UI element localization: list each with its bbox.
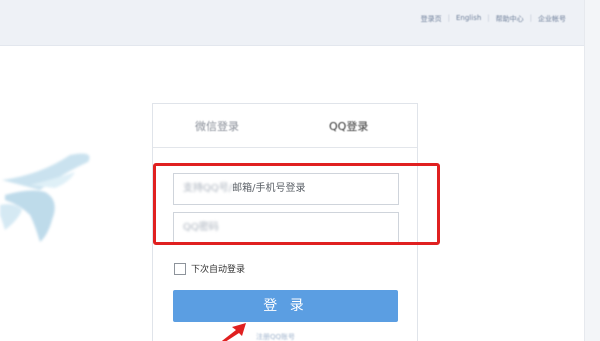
header-link-help[interactable]: 帮助中心 [496,14,524,24]
auto-login-option[interactable]: 下次自动登录 [174,262,245,275]
tab-qq-login[interactable]: QQ登录 [329,118,368,134]
auto-login-checkbox[interactable] [174,262,186,275]
header-link-enterprise[interactable]: 企业帐号 [538,14,566,24]
auto-login-label: 下次自动登录 [191,265,246,275]
highlight-box [153,163,440,245]
tab-wechat-login[interactable]: 微信登录 [195,118,239,134]
header-link-home[interactable]: 登录页 [421,14,442,24]
header-link-english[interactable]: English [456,14,481,24]
red-arrow-icon [221,323,246,341]
bird-illustration [0,153,90,242]
top-bar: 登录页 | English | 帮助中心 | 企业帐号 [0,0,600,46]
login-button[interactable]: 登 录 [173,290,398,322]
login-tabs: 微信登录 QQ登录 [153,104,417,148]
header-separator: | [487,14,490,22]
header-links: 登录页 | English | 帮助中心 | 企业帐号 [421,14,566,24]
header-separator: | [447,14,450,22]
right-edge-strip [584,0,600,341]
header-separator: | [529,14,532,22]
register-link[interactable]: 注册QQ账号 [256,332,295,341]
